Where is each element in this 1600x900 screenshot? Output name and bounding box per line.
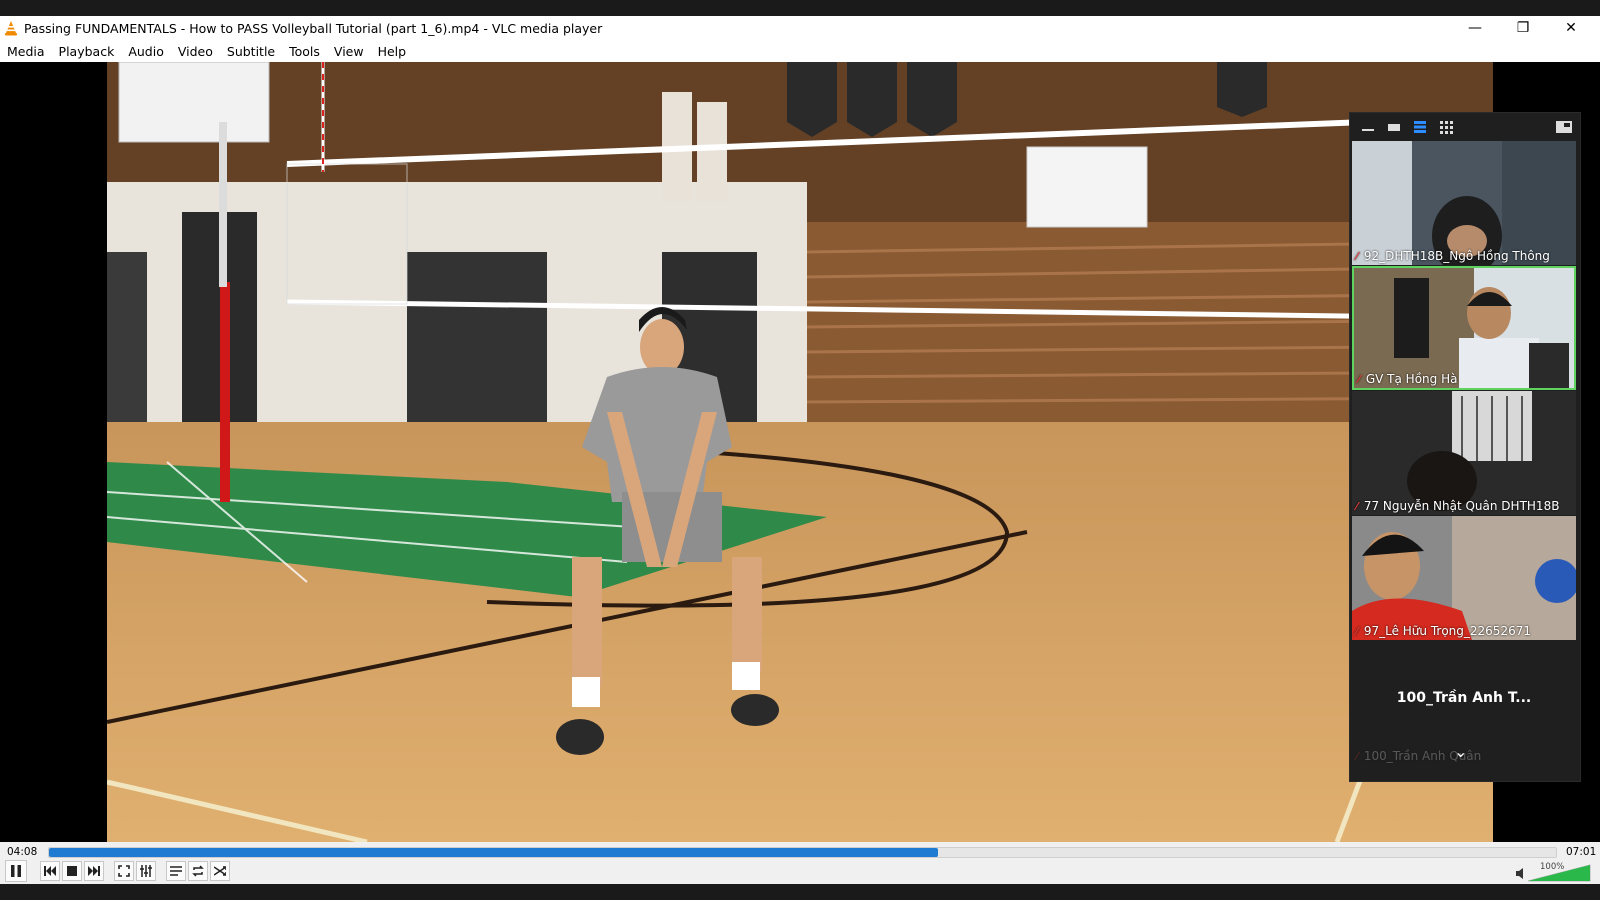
stop-icon: [67, 866, 77, 876]
muted-mic-icon: ⁄: [1356, 624, 1358, 638]
participant-name-label: ⁄ 97_Lê Hữu Trọng_22652671: [1356, 624, 1531, 638]
seek-bar[interactable]: [48, 847, 1557, 858]
muted-mic-icon: ⁄: [1356, 249, 1358, 263]
muted-mic-icon: ⁄: [1358, 372, 1360, 386]
menu-tools[interactable]: Tools: [282, 44, 327, 59]
next-icon: [88, 866, 100, 876]
volume-percent: 100%: [1540, 862, 1564, 872]
menu-audio[interactable]: Audio: [121, 44, 171, 59]
zoom-panel-toolbar: [1350, 113, 1580, 141]
participant-tile-no-video[interactable]: 100_Trần Anh T... ⁄ 100_Trần Anh Quân ⌄: [1352, 641, 1576, 765]
menu-subtitle[interactable]: Subtitle: [220, 44, 282, 59]
video-area[interactable]: ⁄ 92_DHTH18B_Ngô Hồng Thông ⁄ GV Tạ Hồng…: [0, 62, 1600, 842]
previous-button[interactable]: [40, 861, 60, 881]
exit-minimize-icon[interactable]: [1556, 121, 1572, 133]
participant-name-label: ⁄ GV Tạ Hồng Hà: [1358, 372, 1458, 386]
total-time: 07:01: [1566, 846, 1597, 858]
gym-scene-image: [107, 62, 1493, 842]
fullscreen-button[interactable]: [114, 861, 134, 881]
zoom-participant-panel: ⁄ 92_DHTH18B_Ngô Hồng Thông ⁄ GV Tạ Hồng…: [1349, 112, 1581, 782]
shuffle-icon: [214, 866, 226, 876]
stop-button[interactable]: [62, 861, 82, 881]
participant-video: [1352, 391, 1576, 515]
volume-slider[interactable]: 100%: [1516, 859, 1594, 883]
bottom-border: [0, 884, 1600, 900]
menu-media[interactable]: Media: [0, 44, 52, 59]
pause-button[interactable]: [5, 860, 27, 882]
participant-tile[interactable]: ⁄ 92_DHTH18B_Ngô Hồng Thông: [1352, 141, 1576, 265]
loop-button[interactable]: [188, 861, 208, 881]
extended-settings-button[interactable]: [136, 861, 156, 881]
single-view-icon[interactable]: [1386, 121, 1402, 133]
loop-icon: [192, 865, 204, 877]
muted-mic-icon: ⁄: [1356, 499, 1358, 513]
participant-tile[interactable]: ⁄ 77 Nguyễn Nhật Quân DHTH18B: [1352, 391, 1576, 515]
maximize-button[interactable]: ❐: [1500, 16, 1546, 40]
participant-name-label: ⁄ 77 Nguyễn Nhật Quân DHTH18B: [1356, 499, 1560, 513]
shuffle-button[interactable]: [210, 861, 230, 881]
vlc-cone-icon: [4, 20, 18, 36]
minimize-button[interactable]: —: [1452, 16, 1498, 40]
participant-video: [1352, 516, 1576, 640]
menu-view[interactable]: View: [327, 44, 371, 59]
menu-help[interactable]: Help: [371, 44, 414, 59]
participant-video: [1352, 141, 1576, 265]
window-title: Passing FUNDAMENTALS - How to PASS Volle…: [24, 20, 603, 36]
fullscreen-icon: [118, 865, 130, 877]
playlist-button[interactable]: [166, 861, 186, 881]
participant-tile-active-speaker[interactable]: ⁄ GV Tạ Hồng Hà: [1352, 266, 1576, 390]
menu-playback[interactable]: Playback: [52, 44, 122, 59]
strip-view-icon[interactable]: [1412, 121, 1428, 133]
equalizer-icon: [140, 865, 152, 877]
menu-bar: Media Playback Audio Video Subtitle Tool…: [0, 40, 1600, 62]
participant-tile[interactable]: ⁄ 97_Lê Hữu Trọng_22652671: [1352, 516, 1576, 640]
previous-icon: [44, 866, 56, 876]
top-border: [0, 0, 1600, 16]
minimize-icon: —: [1468, 20, 1482, 36]
participant-name-label: ⁄ 92_DHTH18B_Ngô Hồng Thông: [1356, 249, 1550, 263]
menu-video[interactable]: Video: [171, 44, 220, 59]
minimize-icon[interactable]: [1360, 121, 1376, 133]
speaker-icon: [1516, 868, 1523, 879]
restore-icon: ❐: [1516, 20, 1530, 36]
muted-mic-icon: ⁄: [1356, 749, 1358, 763]
next-button[interactable]: [84, 861, 104, 881]
video-frame[interactable]: [107, 62, 1493, 842]
elapsed-time: 04:08: [7, 846, 38, 858]
close-button[interactable]: ✕: [1548, 16, 1594, 40]
participant-display-name: 100_Trần Anh T...: [1396, 690, 1532, 706]
pause-icon: [11, 865, 21, 877]
close-icon: ✕: [1565, 20, 1577, 36]
grid-view-icon[interactable]: [1438, 120, 1454, 134]
scroll-down-icon[interactable]: ⌄: [1454, 742, 1467, 761]
title-bar: Passing FUNDAMENTALS - How to PASS Volle…: [0, 16, 1600, 40]
participant-video: [1354, 268, 1574, 388]
playlist-icon: [170, 866, 182, 876]
seek-progress: [49, 848, 939, 857]
